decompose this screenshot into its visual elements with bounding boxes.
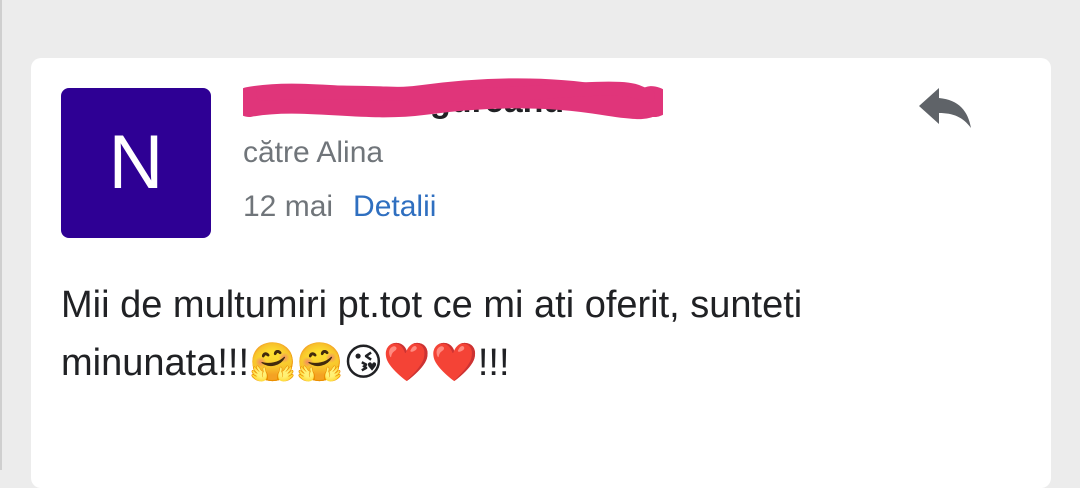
email-card: N Nicoleta Ungureanu către Alina 12 mai … [31, 58, 1051, 488]
email-date: 12 mai [243, 190, 334, 223]
redaction-scribble [243, 78, 663, 120]
avatar-letter: N [108, 120, 164, 205]
message-line: minunata!!!🤗🤗😘❤️❤️!!! [61, 342, 510, 384]
reply-icon [919, 88, 971, 128]
sender-row: Nicoleta Ungureanu [243, 78, 663, 122]
message-body: Mii de multumiri pt.tot ce mi ati oferit… [61, 276, 1021, 392]
screen-edge [0, 0, 2, 470]
sender-avatar[interactable]: N [61, 88, 211, 238]
date-row: 12 mai Detalii [243, 190, 436, 224]
recipient-line[interactable]: către Alina [243, 136, 383, 170]
details-link[interactable]: Detalii [353, 190, 436, 224]
reply-button[interactable] [911, 78, 981, 138]
message-line: Mii de multumiri pt.tot ce mi ati oferit… [61, 284, 803, 326]
